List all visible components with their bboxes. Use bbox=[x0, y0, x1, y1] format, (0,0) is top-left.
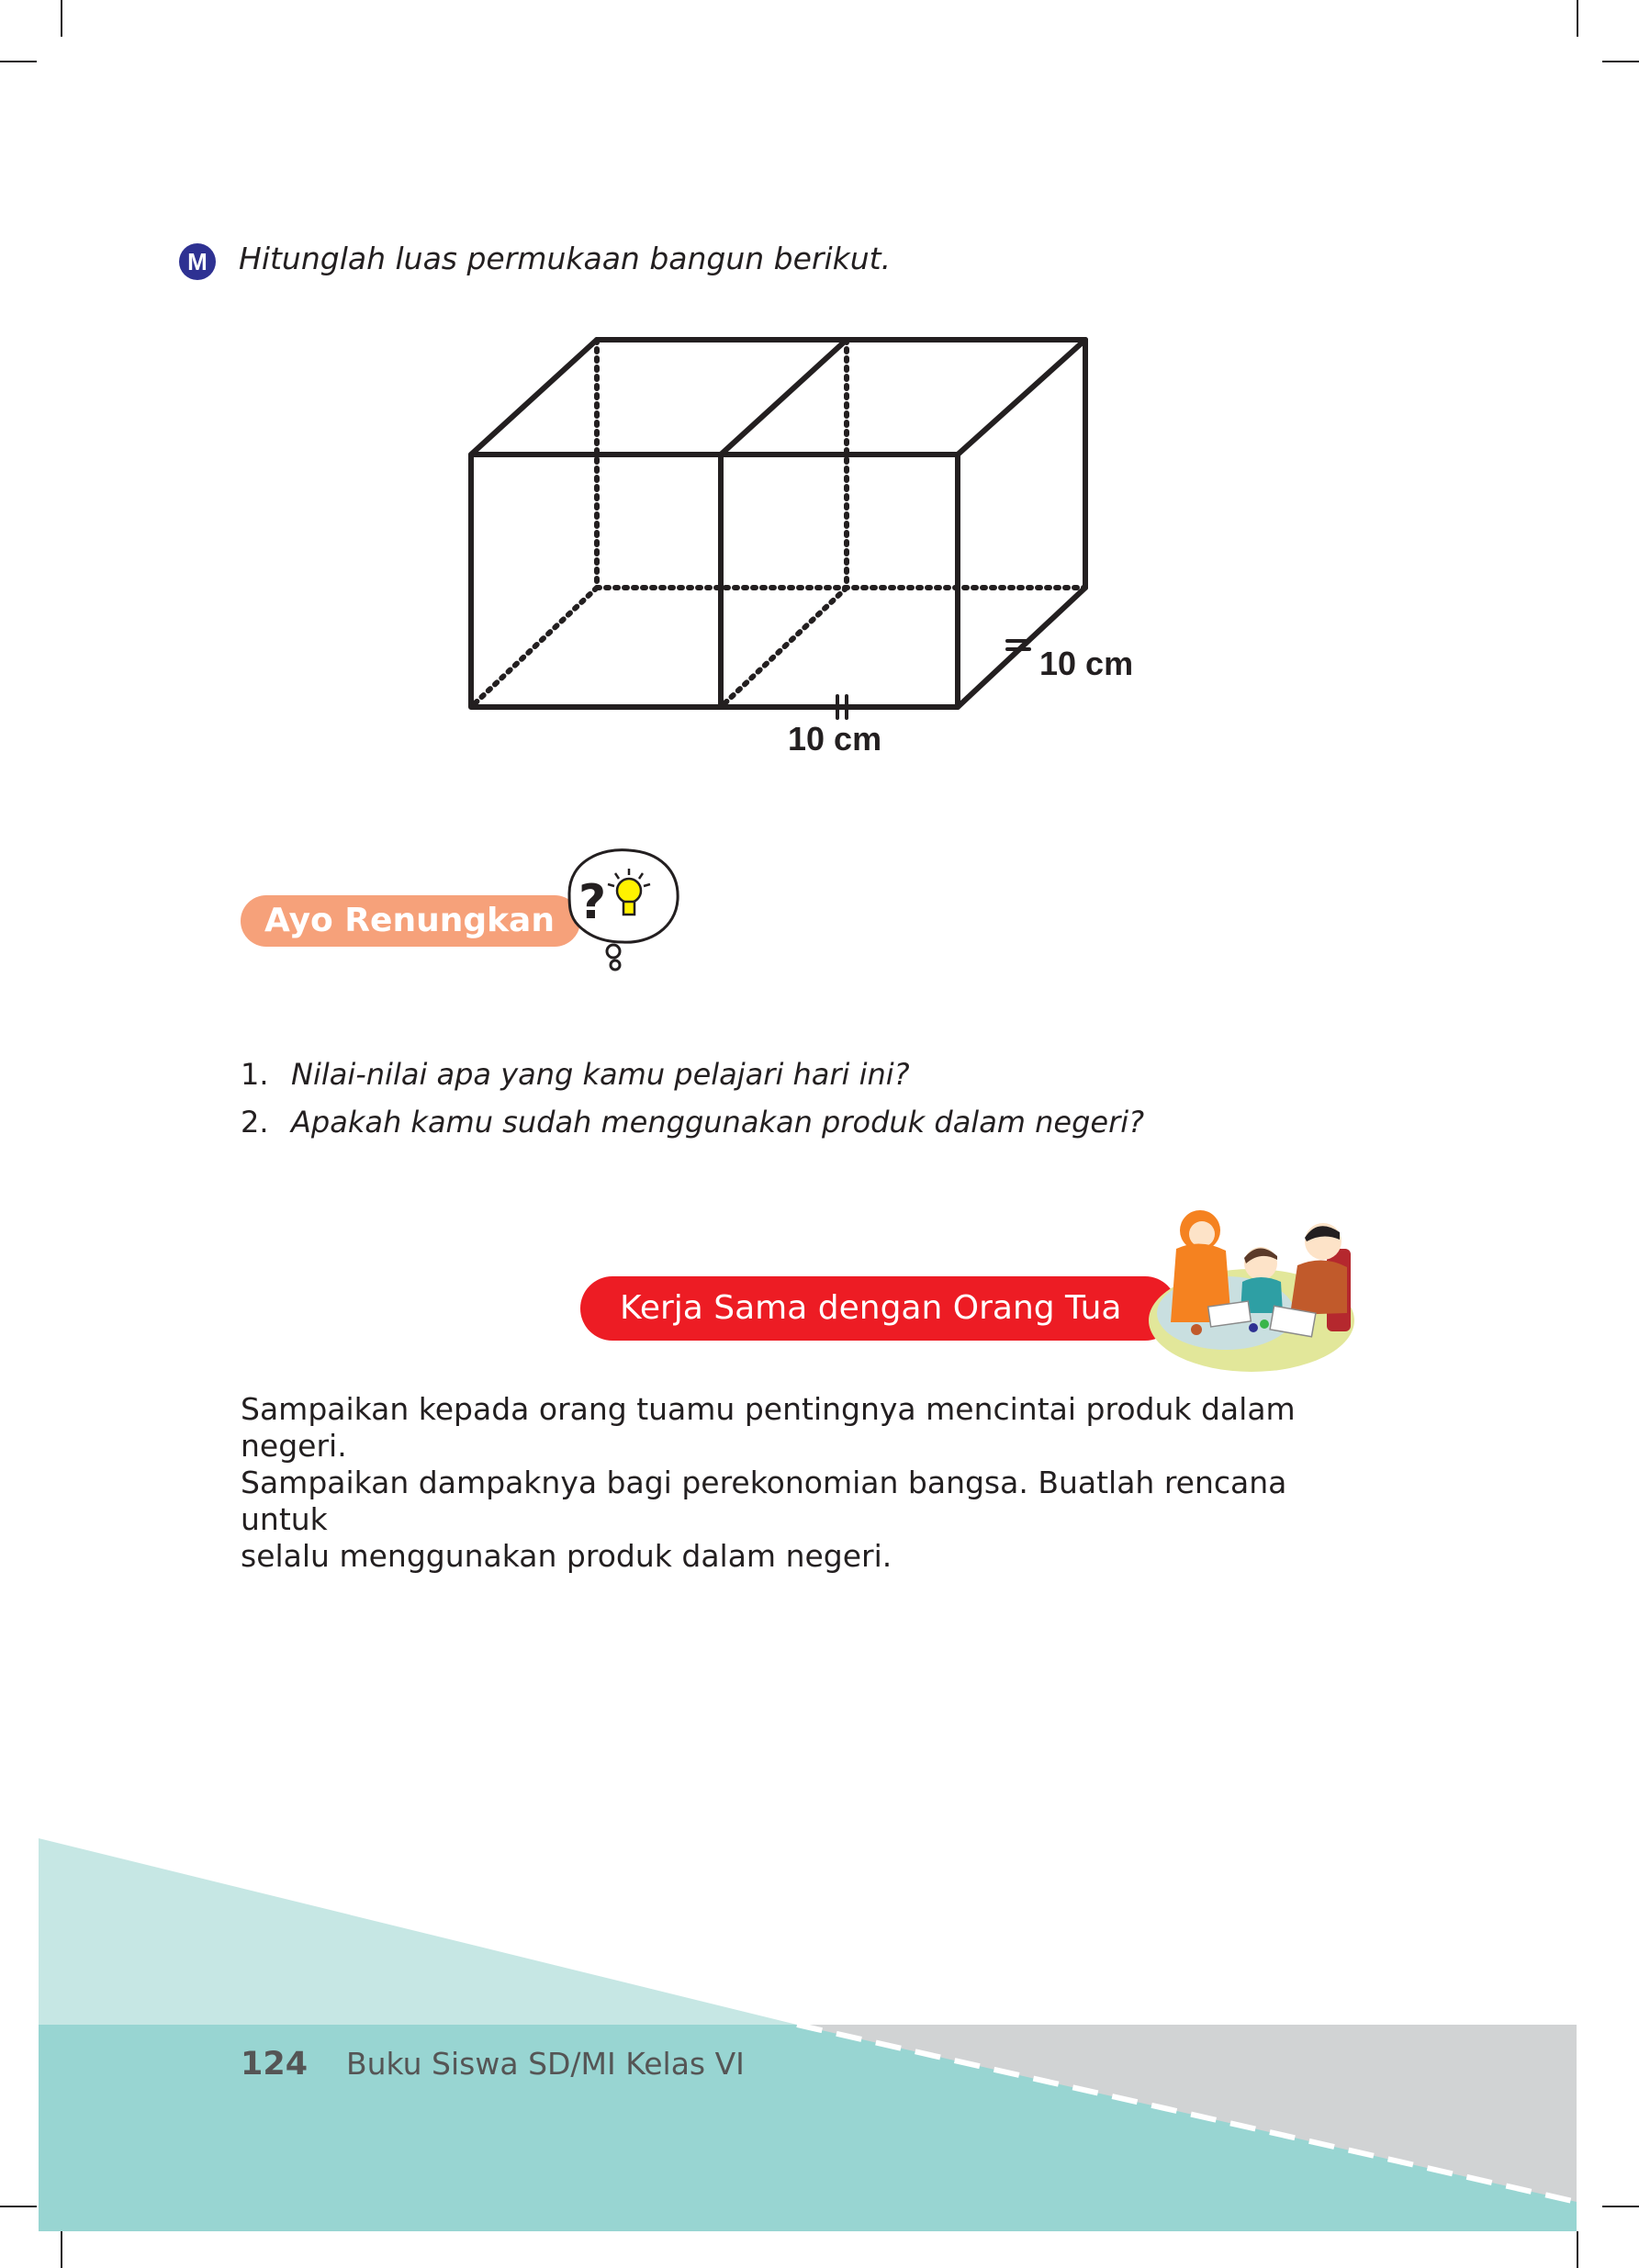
page-number: 124 bbox=[241, 2046, 309, 2083]
book-title: Buku Siswa SD/MI Kelas VI bbox=[346, 2046, 745, 2082]
footer-band bbox=[39, 1838, 1577, 2231]
